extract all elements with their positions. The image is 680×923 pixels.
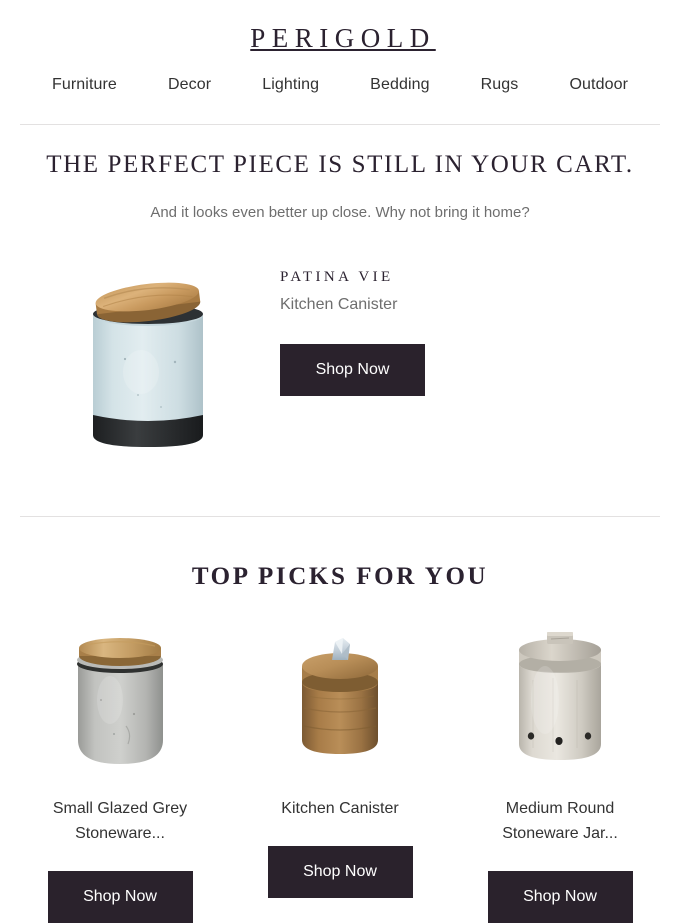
hero-section: THE PERFECT PIECE IS STILL IN YOUR CART.… bbox=[20, 125, 660, 472]
featured-product-info: PATINA VIE Kitchen Canister Shop Now bbox=[275, 255, 425, 396]
product-card: Small Glazed Grey Stoneware... Shop Now bbox=[20, 625, 220, 923]
grey-stoneware-canister-icon bbox=[76, 637, 163, 764]
product-card-image[interactable] bbox=[240, 625, 440, 780]
featured-product-brand: PATINA VIE bbox=[280, 269, 394, 285]
featured-shop-now-button[interactable]: Shop Now bbox=[280, 344, 425, 396]
product-card-title: Medium Round Stoneware Jar... bbox=[502, 799, 618, 842]
wooden-canister-crystal-knob-icon bbox=[302, 637, 378, 754]
nav-item-furniture[interactable]: Furniture bbox=[52, 74, 117, 96]
canister-illustration bbox=[92, 282, 203, 447]
hero-headline: THE PERFECT PIECE IS STILL IN YOUR CART. bbox=[46, 151, 634, 178]
product-card-image[interactable] bbox=[460, 625, 660, 780]
product-card: Kitchen Canister Shop Now bbox=[240, 625, 440, 923]
product-card-shop-now-button[interactable]: Shop Now bbox=[267, 845, 413, 898]
main-navigation: Furniture Decor Lighting Bedding Rugs Ou… bbox=[20, 54, 660, 96]
nav-item-rugs[interactable]: Rugs bbox=[481, 74, 519, 96]
perigold-logo[interactable]: PERIGOLD bbox=[244, 22, 436, 54]
nav-item-bedding[interactable]: Bedding bbox=[370, 74, 429, 96]
top-picks-section: TOP PICKS FOR YOU Small Glazed Grey Ston… bbox=[20, 538, 660, 923]
email-page: PERIGOLD Furniture Decor Lighting Beddin… bbox=[0, 0, 680, 923]
featured-product-image[interactable] bbox=[20, 255, 275, 472]
product-card-title: Kitchen Canister bbox=[281, 799, 399, 817]
brand-logo-wrap: PERIGOLD bbox=[20, 0, 660, 54]
product-card-title: Small Glazed Grey Stoneware... bbox=[52, 799, 188, 842]
product-card: Medium Round Stoneware Jar... Shop Now bbox=[460, 625, 660, 923]
product-card-shop-now-button[interactable]: Shop Now bbox=[487, 870, 633, 923]
featured-product-name: Kitchen Canister bbox=[280, 296, 398, 313]
hero-subheadline: And it looks even better up close. Why n… bbox=[150, 204, 530, 221]
nav-item-lighting[interactable]: Lighting bbox=[262, 74, 319, 96]
top-picks-divider bbox=[20, 516, 660, 517]
featured-product: PATINA VIE Kitchen Canister Shop Now bbox=[20, 223, 660, 472]
header: PERIGOLD Furniture Decor Lighting Beddin… bbox=[20, 0, 660, 96]
top-picks-title: TOP PICKS FOR YOU bbox=[191, 562, 489, 590]
top-picks-grid: Small Glazed Grey Stoneware... Shop Now bbox=[20, 613, 660, 923]
stoneware-jar-icon bbox=[519, 631, 601, 760]
product-card-image[interactable] bbox=[20, 625, 220, 780]
nav-item-outdoor[interactable]: Outdoor bbox=[569, 74, 628, 96]
nav-item-decor[interactable]: Decor bbox=[168, 74, 211, 96]
product-card-shop-now-button[interactable]: Shop Now bbox=[47, 870, 193, 923]
